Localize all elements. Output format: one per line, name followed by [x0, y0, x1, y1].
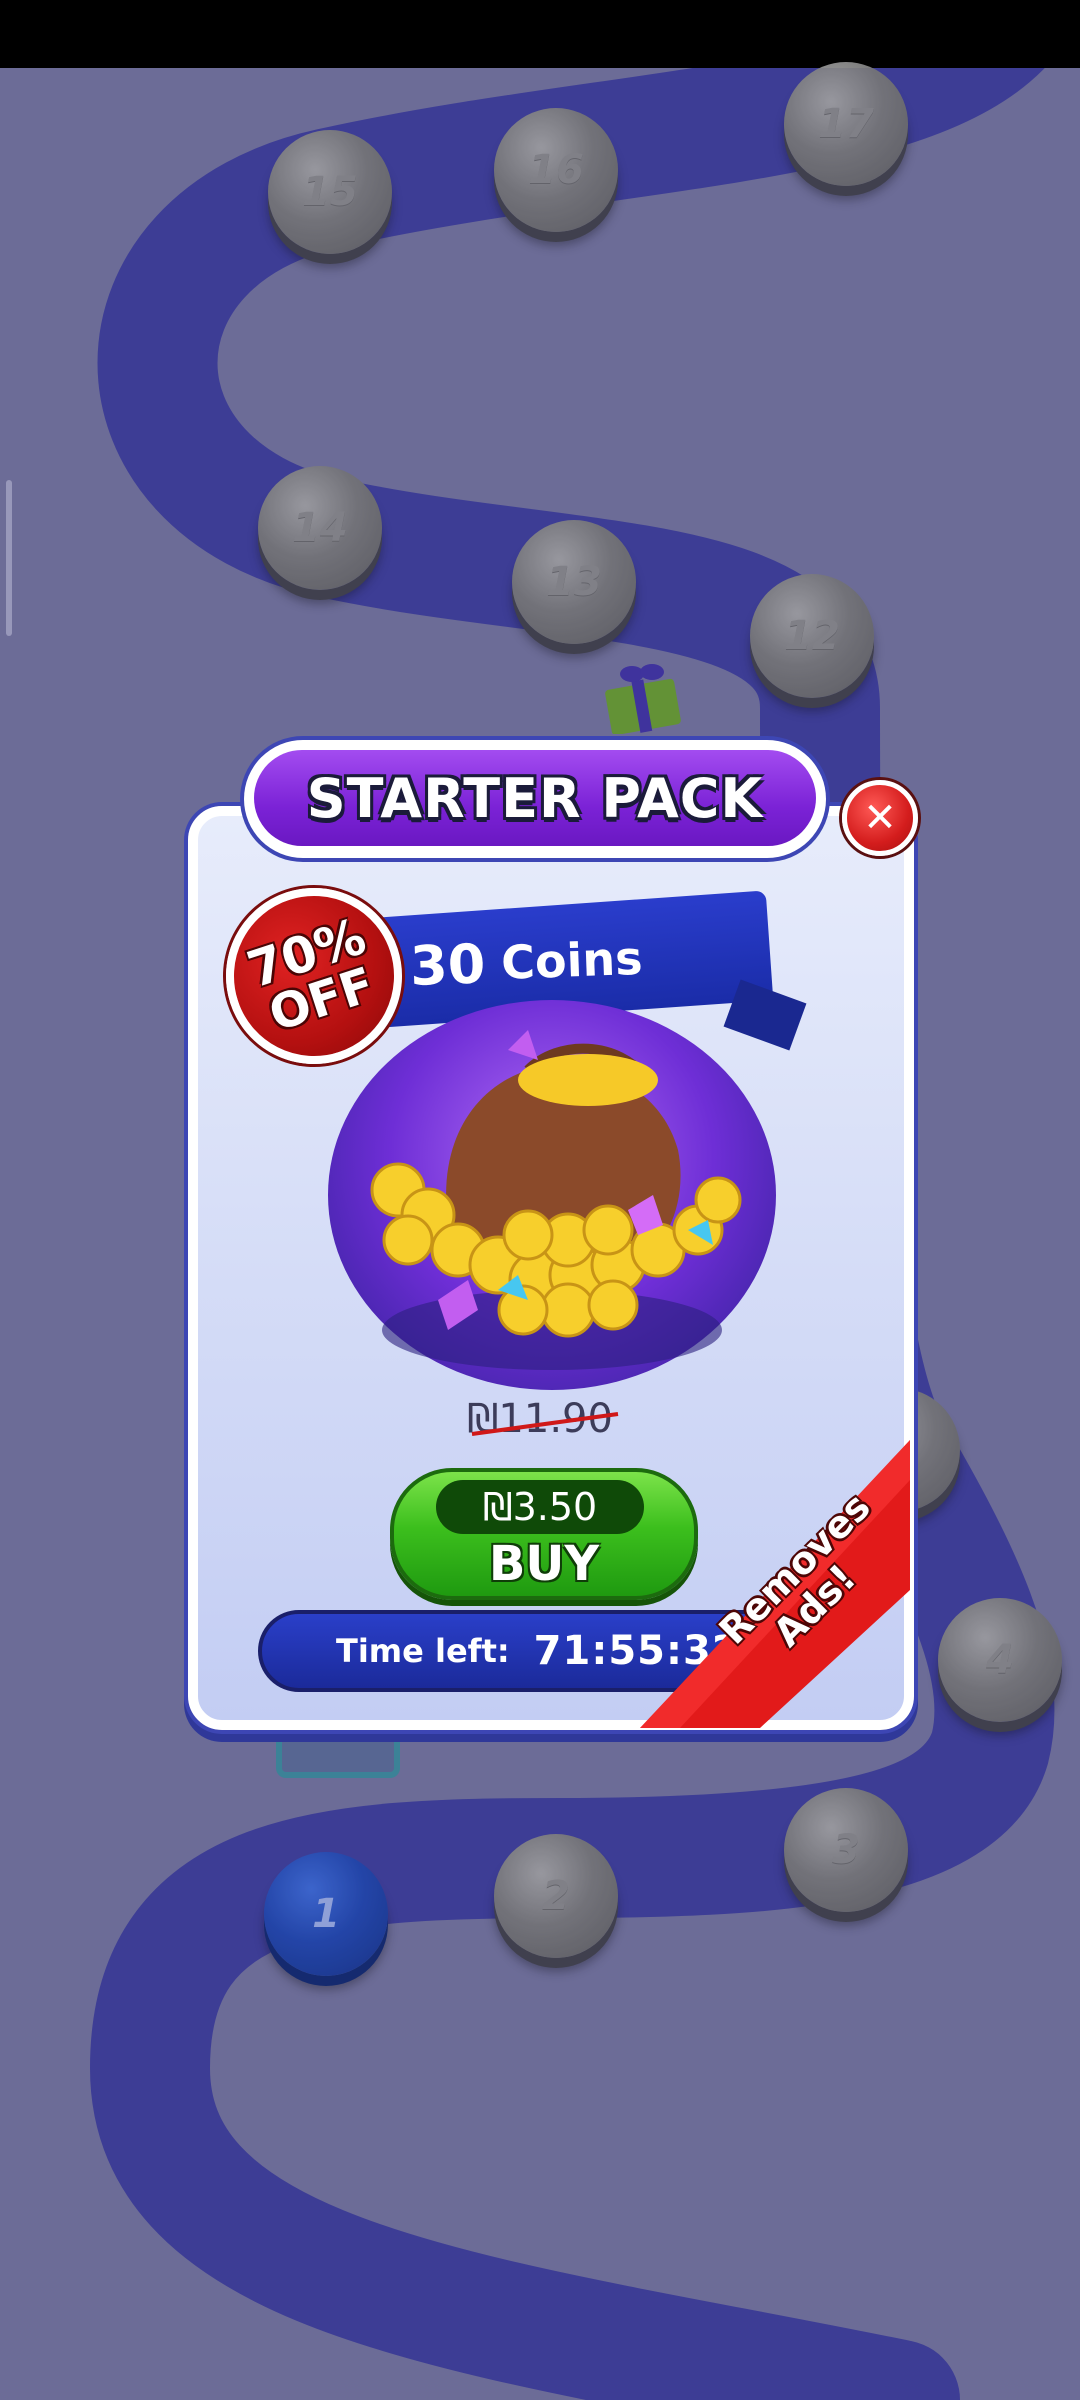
dialog-title: STARTER PACK — [306, 766, 764, 830]
dialog-title-banner: STARTER PACK — [244, 740, 826, 858]
strikethrough-line — [471, 1412, 619, 1436]
bundle-label: 30 Coins — [409, 914, 752, 1006]
coin-bag-icon — [370, 1030, 742, 1370]
close-button[interactable]: ✕ — [842, 780, 918, 856]
timer-label: Time left: — [336, 1632, 510, 1670]
bundle-unit: Coins — [500, 930, 644, 990]
close-icon: ✕ — [863, 795, 897, 841]
edge-handle[interactable] — [6, 480, 12, 636]
new-price: ₪3.50 — [436, 1480, 644, 1534]
bundle-amount: 30 — [409, 931, 487, 998]
status-bar — [0, 0, 1080, 68]
dialog-title-inner: STARTER PACK — [254, 750, 816, 846]
